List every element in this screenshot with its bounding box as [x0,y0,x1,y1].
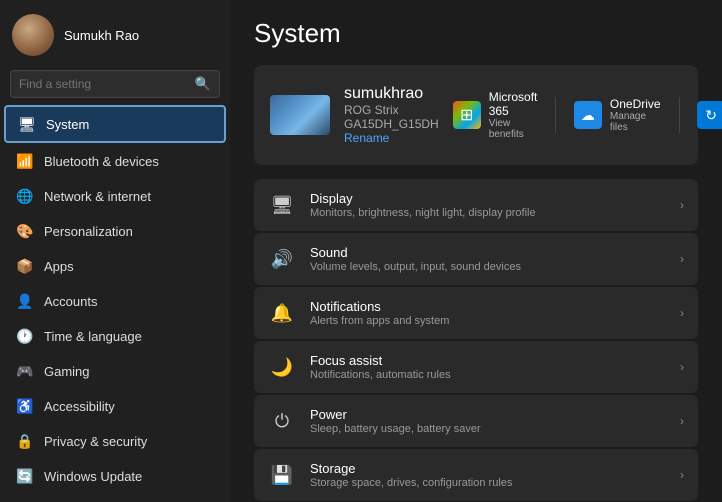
nav-label-gaming: Gaming [44,364,90,379]
quick-link-icon-onedrive: ☁ [574,101,602,129]
chevron-right-icon: › [680,468,684,482]
nav-label-accessibility: Accessibility [44,399,115,414]
settings-desc-sound: Volume levels, output, input, sound devi… [310,261,666,273]
settings-item-focus[interactable]: 🌙 Focus assist Notifications, automatic … [254,341,698,393]
profile-name: Sumukh Rao [64,28,139,43]
nav-icon-privacy: 🔒 [16,432,34,450]
settings-item-notifications[interactable]: 🔔 Notifications Alerts from apps and sys… [254,287,698,339]
nav-label-bluetooth: Bluetooth & devices [44,154,159,169]
nav-label-time: Time & language [44,329,142,344]
settings-desc-display: Monitors, brightness, night light, displ… [310,207,666,219]
nav-item-accessibility[interactable]: ♿ Accessibility [4,389,226,423]
nav-label-accounts: Accounts [44,294,97,309]
search-box[interactable]: 🔍 [10,70,220,98]
settings-desc-storage: Storage space, drives, configuration rul… [310,477,666,489]
quick-link-divider [679,97,680,133]
nav-label-system: System [46,117,89,132]
nav-icon-personalization: 🎨 [16,222,34,240]
nav-item-network[interactable]: 🌐 Network & internet [4,179,226,213]
nav-item-bluetooth[interactable]: 📶 Bluetooth & devices [4,144,226,178]
chevron-right-icon: › [680,414,684,428]
nav-icon-gaming: 🎮 [16,362,34,380]
search-icon: 🔍 [195,76,211,92]
chevron-right-icon: › [680,360,684,374]
settings-icon-focus: 🌙 [268,353,296,381]
nav-label-update: Windows Update [44,469,142,484]
nav-label-network: Network & internet [44,189,151,204]
nav-icon-accounts: 👤 [16,292,34,310]
settings-item-display[interactable]: 🖥 Display Monitors, brightness, night li… [254,179,698,231]
settings-title-focus: Focus assist [310,353,666,368]
settings-icon-display: 🖥 [268,191,296,219]
quick-link-ms365[interactable]: ⊞ Microsoft 365 View benefits [453,90,538,140]
settings-item-power[interactable]: ⏻ Power Sleep, battery usage, battery sa… [254,395,698,447]
nav-icon-bluetooth: 📶 [16,152,34,170]
chevron-right-icon: › [680,306,684,320]
nav-icon-accessibility: ♿ [16,397,34,415]
profile-card: sumukhrao ROG Strix GA15DH_G15DH Rename … [254,65,698,165]
nav-label-apps: Apps [44,259,74,274]
quick-link-onedrive[interactable]: ☁ OneDrive Manage files [574,97,661,133]
nav-icon-time: 🕐 [16,327,34,345]
nav-label-privacy: Privacy & security [44,434,147,449]
nav-item-gaming[interactable]: 🎮 Gaming [4,354,226,388]
avatar [12,14,54,56]
nav-item-update[interactable]: 🔄 Windows Update [4,459,226,493]
settings-item-storage[interactable]: 💾 Storage Storage space, drives, configu… [254,449,698,501]
nav-item-apps[interactable]: 📦 Apps [4,249,226,283]
nav-item-time[interactable]: 🕐 Time & language [4,319,226,353]
nav-icon-system: 🖥 [18,115,36,133]
settings-icon-storage: 💾 [268,461,296,489]
nav-list: 🖥 System 📶 Bluetooth & devices 🌐 Network… [0,104,230,494]
quick-link-sub-onedrive: Manage files [610,111,661,133]
settings-desc-focus: Notifications, automatic rules [310,369,666,381]
nav-item-personalization[interactable]: 🎨 Personalization [4,214,226,248]
settings-desc-power: Sleep, battery usage, battery saver [310,423,666,435]
quick-link-icon-ms365: ⊞ [453,101,481,129]
profile-card-name: sumukhrao [344,85,439,103]
chevron-right-icon: › [680,252,684,266]
profile-section: Sumukh Rao [0,0,230,66]
nav-item-system[interactable]: 🖥 System [4,105,226,143]
quick-link-sub-ms365: View benefits [489,118,538,140]
settings-title-power: Power [310,407,666,422]
sidebar: Sumukh Rao 🔍 🖥 System 📶 Bluetooth & devi… [0,0,230,502]
quick-link-label-ms365: Microsoft 365 [489,90,538,118]
settings-icon-power: ⏻ [268,407,296,435]
settings-item-sound[interactable]: 🔊 Sound Volume levels, output, input, so… [254,233,698,285]
settings-title-notifications: Notifications [310,299,666,314]
quick-link-winupdate[interactable]: ↻ Windows Update Last checked: 2 minutes… [697,79,722,151]
nav-icon-apps: 📦 [16,257,34,275]
quick-link-divider [555,97,556,133]
settings-icon-sound: 🔊 [268,245,296,273]
page-title: System [254,18,698,49]
quick-link-label-onedrive: OneDrive [610,97,661,111]
search-input[interactable] [19,77,189,91]
settings-title-display: Display [310,191,666,206]
chevron-right-icon: › [680,198,684,212]
settings-icon-notifications: 🔔 [268,299,296,327]
quick-link-icon-winupdate: ↻ [697,101,722,129]
profile-card-thumbnail [270,95,330,135]
settings-desc-notifications: Alerts from apps and system [310,315,666,327]
profile-card-device: ROG Strix GA15DH_G15DH [344,103,439,131]
nav-icon-network: 🌐 [16,187,34,205]
nav-item-privacy[interactable]: 🔒 Privacy & security [4,424,226,458]
quick-links: ⊞ Microsoft 365 View benefits ☁ OneDrive… [453,79,722,151]
settings-title-storage: Storage [310,461,666,476]
rename-button[interactable]: Rename [344,131,439,145]
nav-icon-update: 🔄 [16,467,34,485]
profile-card-info: sumukhrao ROG Strix GA15DH_G15DH Rename [344,85,439,145]
main-content: System sumukhrao ROG Strix GA15DH_G15DH … [230,0,722,502]
nav-item-accounts[interactable]: 👤 Accounts [4,284,226,318]
settings-list: 🖥 Display Monitors, brightness, night li… [254,179,698,501]
nav-label-personalization: Personalization [44,224,133,239]
settings-title-sound: Sound [310,245,666,260]
